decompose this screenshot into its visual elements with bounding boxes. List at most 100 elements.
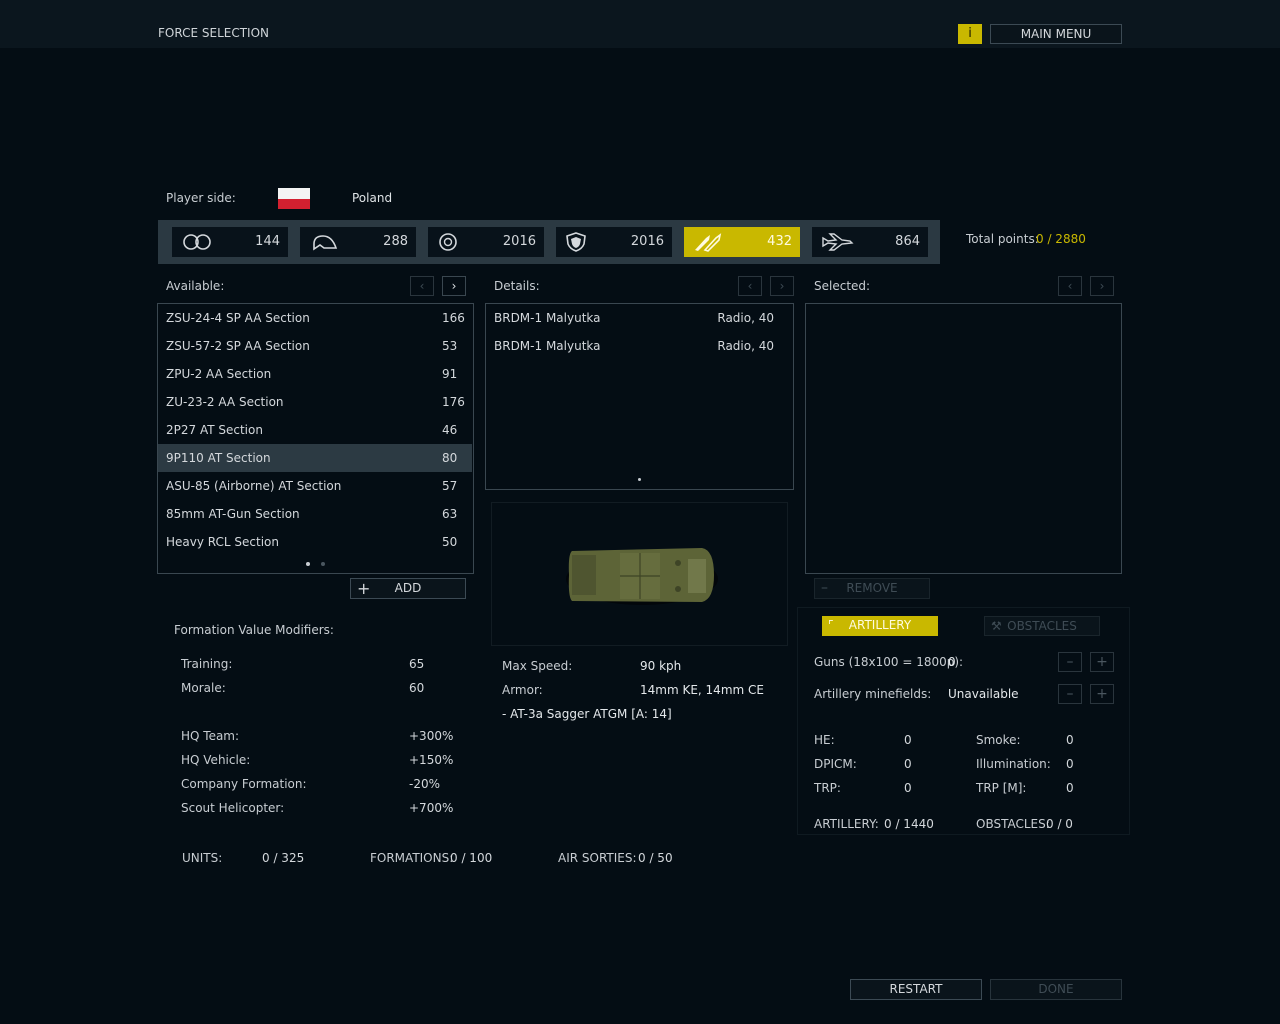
ammo-label: Illumination: [976, 757, 1051, 771]
page-indicator[interactable] [321, 562, 325, 566]
player-country: Poland [352, 191, 393, 205]
page-indicator[interactable] [638, 478, 641, 481]
modifier-value: +700% [409, 801, 454, 815]
category-tab-support[interactable]: 2016 [556, 227, 672, 257]
ammo-value: 0 [904, 733, 912, 747]
formations-value: 0 / 100 [450, 851, 493, 865]
ammo-value: 0 [1066, 757, 1074, 771]
support-panel [797, 607, 1130, 835]
player-side-label: Player side: [166, 191, 236, 205]
list-item[interactable]: ZU-23-2 AA Section 176 [158, 388, 472, 416]
list-item[interactable]: ZPU-2 AA Section 91 [158, 360, 472, 388]
restart-button[interactable]: RESTART [850, 979, 982, 1000]
available-list: ZSU-24-4 SP AA Section 166 ZSU-57-2 SP A… [157, 303, 474, 574]
minefields-decrease-button[interactable]: – [1058, 684, 1082, 704]
modifier-value: -20% [409, 777, 441, 791]
selected-list [805, 303, 1122, 574]
list-item[interactable]: ZSU-57-2 SP AA Section 53 [158, 332, 472, 360]
modifier-label: HQ Team: [181, 729, 240, 743]
list-item[interactable]: 2P27 AT Section 46 [158, 416, 472, 444]
ammo-label: DPICM: [814, 757, 857, 771]
available-label: Available: [166, 279, 225, 293]
category-value: 144 [255, 234, 280, 249]
modifier-value: 60 [409, 681, 425, 695]
total-points-label: Total points: [966, 232, 1039, 246]
stat-value: 14mm KE, 14mm CE [640, 683, 764, 697]
page-indicator-active[interactable] [306, 562, 310, 566]
ammo-value: 0 [1066, 781, 1074, 795]
stat-label: Armor: [502, 683, 543, 697]
available-prev-button[interactable]: ‹ [410, 276, 434, 296]
details-prev-button[interactable]: ‹ [738, 276, 762, 296]
weapon-text: - AT-3a Sagger ATGM [A: 14] [502, 707, 672, 721]
modifier-label: Company Formation: [181, 777, 307, 791]
plus-icon: + [357, 579, 371, 598]
guns-value: 0 [948, 655, 956, 669]
detail-item[interactable]: BRDM-1 Malyutka Radio, 40 [494, 339, 786, 355]
category-value: 432 [767, 234, 792, 249]
category-tab-armor[interactable]: 2016 [428, 227, 544, 257]
guns-increase-button[interactable]: + [1090, 652, 1114, 672]
ammo-label: Smoke: [976, 733, 1021, 747]
modifier-value: +150% [409, 753, 454, 767]
armor-wheel-icon [439, 233, 457, 251]
ammo-value: 0 [904, 781, 912, 795]
infantry-helmet-icon [313, 235, 338, 251]
formations-label: FORMATIONS: [370, 851, 454, 865]
list-item[interactable]: Heavy RCL Section 50 [158, 528, 472, 556]
air-sorties-value: 0 / 50 [638, 851, 673, 865]
category-tab-air[interactable]: 864 [812, 227, 928, 257]
list-item[interactable]: 85mm AT-Gun Section 63 [158, 500, 472, 528]
obstacles-tools-icon: ⚒ [991, 619, 1002, 633]
tab-obstacles[interactable]: ⚒ OBSTACLES [984, 616, 1100, 636]
tab-artillery[interactable]: ⌜ ARTILLERY [822, 616, 938, 636]
info-button[interactable]: i [958, 24, 982, 44]
ammo-label: TRP [M]: [976, 781, 1027, 795]
details-list: BRDM-1 Malyutka Radio, 40 BRDM-1 Malyutk… [485, 303, 794, 490]
category-tab-anti-tank[interactable]: 432 [684, 227, 800, 257]
air-jet-icon [822, 233, 854, 251]
selected-next-button[interactable]: › [1090, 276, 1114, 296]
artillery-total-value: 0 / 1440 [884, 817, 934, 831]
modifier-value: 65 [409, 657, 425, 671]
minefields-label: Artillery minefields: [814, 687, 932, 701]
category-value: 2016 [630, 234, 664, 249]
selected-label: Selected: [814, 279, 871, 293]
list-item[interactable]: ZSU-24-4 SP AA Section 166 [158, 304, 472, 332]
ammo-value: 0 [904, 757, 912, 771]
modifier-label: Scout Helicopter: [181, 801, 285, 815]
selected-prev-button[interactable]: ‹ [1058, 276, 1082, 296]
done-button[interactable]: DONE [990, 979, 1122, 1000]
main-menu-button[interactable]: MAIN MENU [990, 24, 1122, 44]
obstacles-total-value: 0 / 0 [1046, 817, 1073, 831]
anti-tank-missile-icon [695, 233, 722, 252]
artillery-icon: ⌜ [828, 618, 834, 632]
detail-item[interactable]: BRDM-1 Malyutka Radio, 40 [494, 311, 786, 327]
available-next-button[interactable]: › [442, 276, 466, 296]
ammo-value: 0 [1066, 733, 1074, 747]
minus-icon: – [821, 580, 828, 596]
add-button[interactable]: + ADD [350, 578, 466, 599]
air-sorties-label: AIR SORTIES: [558, 851, 637, 865]
modifier-value: +300% [409, 729, 454, 743]
details-label: Details: [494, 279, 540, 293]
category-tab-recon[interactable]: 144 [172, 227, 288, 257]
guns-label: Guns (18x100 = 1800p): [814, 655, 964, 669]
artillery-total-label: ARTILLERY: [814, 817, 879, 831]
units-value: 0 / 325 [262, 851, 305, 865]
stat-value: 90 kph [640, 659, 682, 673]
list-item[interactable]: ASU-85 (Airborne) AT Section 57 [158, 472, 472, 500]
list-item-selected[interactable]: 9P110 AT Section 80 [158, 444, 472, 472]
stat-label: Max Speed: [502, 659, 573, 673]
minefields-increase-button[interactable]: + [1090, 684, 1114, 704]
ammo-label: TRP: [814, 781, 841, 795]
guns-decrease-button[interactable]: – [1058, 652, 1082, 672]
support-shield-icon [566, 232, 586, 252]
category-tab-infantry[interactable]: 288 [300, 227, 416, 257]
details-next-button[interactable]: › [770, 276, 794, 296]
remove-button[interactable]: – REMOVE [814, 578, 930, 599]
modifiers-title: Formation Value Modifiers: [174, 623, 334, 637]
modifier-label: HQ Vehicle: [181, 753, 251, 767]
vehicle-preview [491, 502, 788, 646]
units-label: UNITS: [182, 851, 223, 865]
